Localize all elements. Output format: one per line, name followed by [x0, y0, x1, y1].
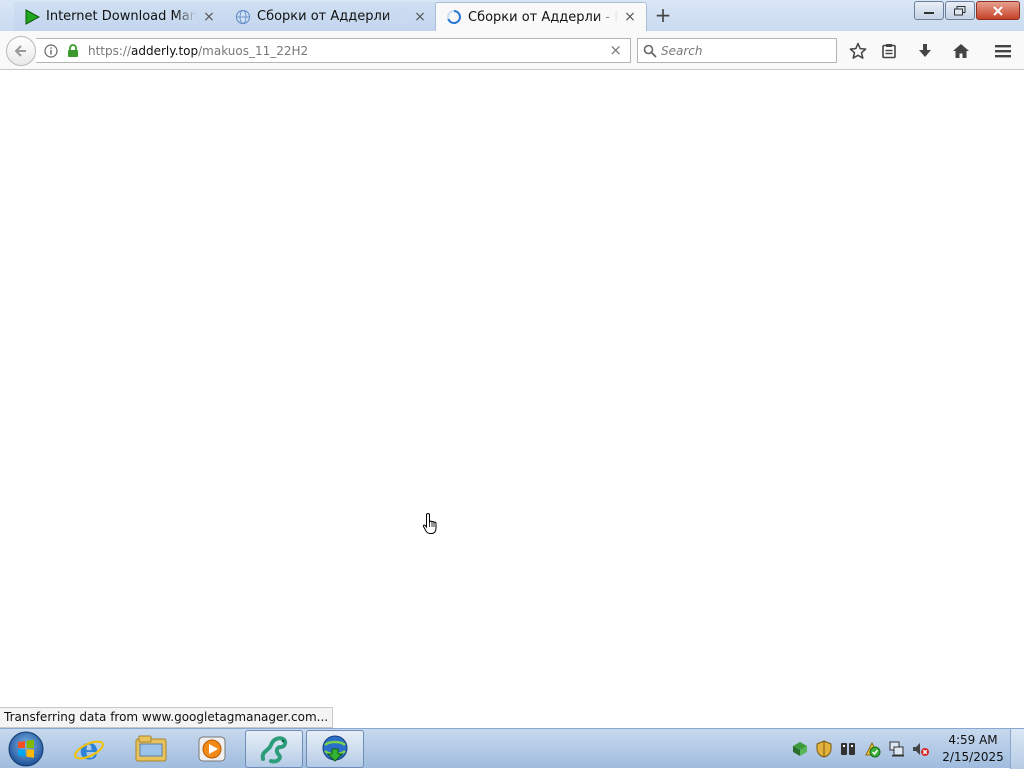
page-content[interactable] — [0, 71, 1024, 728]
taskbar-snake-app[interactable] — [245, 730, 303, 768]
tab-idm[interactable]: Internet Download Manager × — [14, 2, 226, 31]
loading-spinner-icon — [446, 9, 462, 25]
tab-strip: Internet Download Manager × Сборки от Ад… — [0, 0, 1024, 31]
start-orb-icon — [8, 731, 44, 767]
reading-list-button[interactable] — [877, 39, 901, 63]
home-icon — [953, 44, 969, 58]
clipboard-icon — [882, 44, 896, 59]
clock-time: 4:59 AM — [948, 733, 998, 747]
star-icon — [849, 42, 867, 59]
tab-adderly-1[interactable]: Сборки от Аддерли × — [225, 2, 437, 31]
minimize-button[interactable] — [914, 1, 944, 20]
tray-network-icon[interactable] — [886, 739, 906, 759]
minimize-icon — [924, 11, 934, 14]
info-icon[interactable] — [42, 42, 60, 60]
tray-volume-muted-icon[interactable] — [910, 739, 930, 759]
url-path: /makuos_11_22H2 — [198, 43, 309, 58]
taskbar-idm[interactable] — [306, 730, 364, 768]
start-button[interactable] — [4, 730, 48, 768]
url-text[interactable]: https://adderly.top/makuos_11_22H2 — [88, 44, 308, 58]
url-bar[interactable]: https://adderly.top/makuos_11_22H2 × — [36, 38, 631, 63]
close-tab-icon[interactable]: × — [201, 9, 217, 25]
tab-title: Сборки от Аддерли - Makuos — [468, 9, 618, 25]
window-controls — [913, 1, 1020, 20]
downloads-button[interactable] — [913, 39, 937, 63]
tab-title: Сборки от Аддерли — [257, 9, 408, 24]
show-desktop-button[interactable] — [1010, 729, 1024, 769]
taskbar-internet-explorer[interactable]: e — [60, 730, 118, 768]
taskbar: e 4:59 AM 2/15/2025 — [0, 728, 1024, 769]
svg-text:e: e — [79, 733, 98, 765]
status-bar: Transferring data from www.googletagmana… — [0, 707, 334, 728]
url-host: adderly.top — [131, 43, 199, 58]
menu-button[interactable] — [991, 39, 1015, 63]
tab-adderly-active[interactable]: Сборки от Аддерли - Makuos × — [435, 2, 647, 31]
back-button[interactable] — [6, 36, 36, 66]
navigation-bar: https://adderly.top/makuos_11_22H2 × — [0, 31, 1024, 70]
lock-icon[interactable] — [64, 42, 82, 60]
snake-app-icon — [260, 736, 288, 764]
tray-app-icon[interactable] — [838, 739, 858, 759]
hand-cursor-icon — [422, 512, 440, 540]
tray-network-shield-icon[interactable] — [790, 739, 810, 759]
file-explorer-icon — [135, 735, 167, 762]
internet-explorer-icon: e — [74, 733, 104, 765]
tray-security-shield-icon[interactable] — [814, 739, 834, 759]
hamburger-menu-icon — [995, 45, 1011, 58]
idm-play-icon — [24, 8, 40, 25]
idm-icon — [322, 735, 348, 762]
search-bar[interactable] — [637, 38, 837, 63]
search-input[interactable] — [661, 40, 831, 61]
close-tab-icon[interactable]: × — [412, 9, 428, 25]
system-tray — [790, 729, 934, 769]
tray-action-center-icon[interactable] — [862, 739, 882, 759]
restore-button[interactable] — [945, 1, 975, 20]
close-tab-icon[interactable]: × — [622, 9, 638, 25]
url-scheme: https:// — [88, 43, 132, 58]
back-arrow-icon — [14, 45, 26, 57]
media-player-icon — [198, 736, 226, 762]
home-button[interactable] — [949, 39, 973, 63]
new-tab-button[interactable]: + — [652, 4, 674, 26]
restore-icon — [954, 5, 966, 15]
close-window-button[interactable] — [976, 1, 1020, 20]
close-icon — [993, 5, 1003, 16]
clock-date: 2/15/2025 — [942, 750, 1004, 764]
taskbar-media-player[interactable] — [183, 730, 241, 768]
globe-icon — [235, 9, 251, 25]
bookmark-star-button[interactable] — [846, 39, 870, 63]
tab-title: Internet Download Manager — [46, 9, 197, 24]
taskbar-file-explorer[interactable] — [122, 730, 180, 768]
taskbar-clock[interactable]: 4:59 AM 2/15/2025 — [940, 732, 1006, 766]
stop-loading-icon[interactable]: × — [609, 42, 622, 59]
download-arrow-icon — [919, 44, 931, 57]
search-icon — [643, 44, 657, 58]
